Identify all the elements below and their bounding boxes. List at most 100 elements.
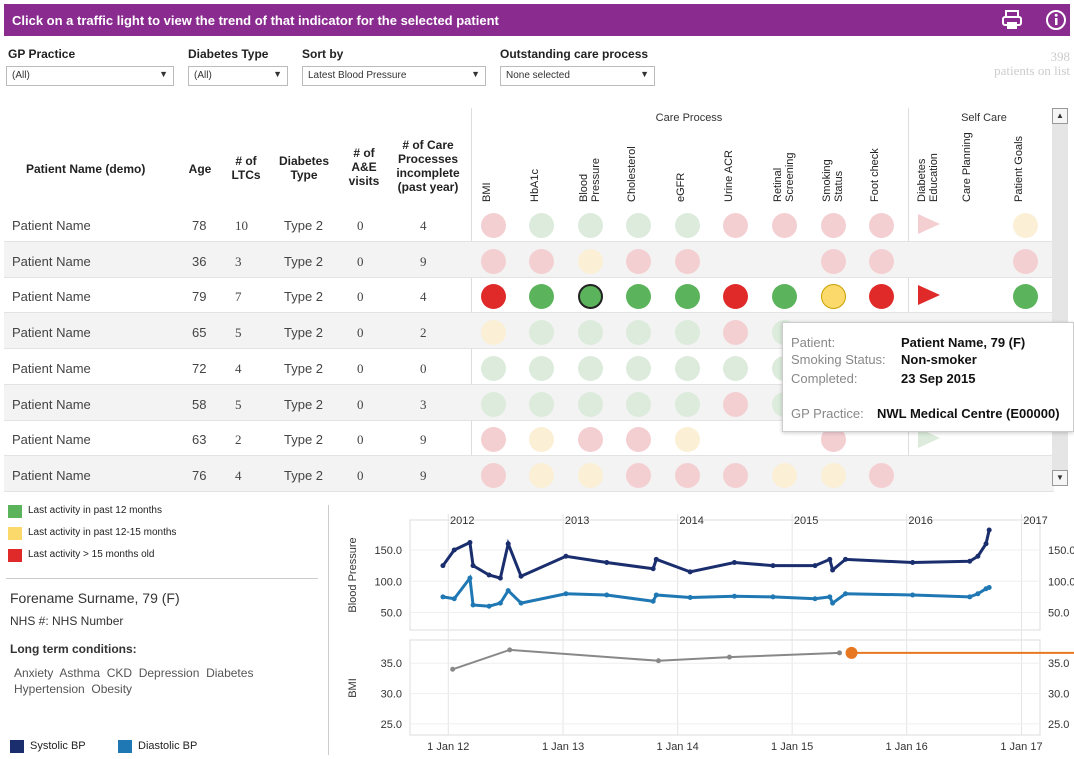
col-header-indicator[interactable]: Blood Pressure	[578, 130, 602, 202]
col-header-age[interactable]: Age	[182, 162, 218, 176]
traffic-light[interactable]	[869, 284, 894, 310]
traffic-light[interactable]	[723, 284, 748, 310]
traffic-light[interactable]	[481, 462, 506, 488]
traffic-light-triangle[interactable]	[918, 285, 940, 306]
tooltip-smoking-value: Non-smoker	[901, 352, 977, 367]
printer-icon[interactable]	[1000, 8, 1024, 32]
col-header-indicator[interactable]: Patient Goals	[1013, 130, 1025, 202]
traffic-light[interactable]	[1013, 248, 1038, 274]
traffic-light[interactable]	[481, 284, 506, 310]
traffic-light[interactable]	[578, 248, 603, 274]
traffic-light[interactable]	[529, 355, 554, 381]
traffic-light[interactable]	[578, 462, 603, 488]
sort-by-select[interactable]: Latest Blood Pressure ▼	[302, 66, 486, 86]
outstanding-care-select[interactable]: None selected ▼	[500, 66, 655, 86]
systolic-point	[497, 575, 503, 581]
traffic-light[interactable]	[675, 391, 700, 417]
col-header-indicator[interactable]: Urine ACR	[723, 130, 735, 202]
traffic-light-triangle[interactable]	[918, 214, 940, 234]
traffic-light[interactable]	[626, 355, 651, 381]
traffic-light[interactable]	[675, 427, 700, 453]
traffic-light[interactable]	[772, 284, 797, 310]
traffic-light[interactable]	[772, 462, 797, 488]
col-header-name[interactable]: Patient Name (demo)	[8, 162, 178, 176]
traffic-light[interactable]	[821, 462, 846, 488]
traffic-light[interactable]	[578, 213, 603, 238]
traffic-light[interactable]	[626, 320, 651, 346]
table-row[interactable]: Patient Name 76 4 Type 2 0 9	[4, 455, 1054, 492]
col-header-indicator[interactable]: Cholesterol	[626, 130, 638, 202]
traffic-light[interactable]	[481, 320, 506, 346]
traffic-light[interactable]	[675, 248, 700, 274]
traffic-light[interactable]	[675, 355, 700, 381]
traffic-light[interactable]	[869, 248, 894, 274]
traffic-light[interactable]	[821, 284, 846, 310]
table-row[interactable]: Patient Name 78 10 Type 2 0 4	[4, 206, 1054, 242]
traffic-light[interactable]	[821, 213, 846, 238]
traffic-light[interactable]	[529, 248, 554, 274]
year-label: 2016	[908, 515, 932, 527]
traffic-light[interactable]	[675, 462, 700, 488]
traffic-light[interactable]	[578, 284, 603, 310]
traffic-light[interactable]	[481, 213, 506, 238]
y-tick-label: 100.0	[374, 576, 402, 588]
traffic-light[interactable]	[675, 284, 700, 310]
traffic-light[interactable]	[626, 213, 651, 238]
diabetes-type-select[interactable]: (All) ▼	[188, 66, 288, 86]
traffic-light[interactable]	[723, 355, 748, 381]
traffic-light[interactable]	[529, 427, 554, 453]
traffic-light[interactable]	[626, 391, 651, 417]
traffic-light[interactable]	[723, 391, 748, 417]
traffic-light[interactable]	[481, 427, 506, 453]
diabetes-type-value: (All)	[194, 70, 212, 81]
traffic-light[interactable]	[1013, 213, 1038, 238]
table-row[interactable]: Patient Name 79 7 Type 2 0 4	[4, 277, 1054, 314]
col-header-indicator[interactable]: Care Planning	[961, 130, 973, 202]
traffic-light[interactable]	[481, 248, 506, 274]
traffic-light[interactable]	[869, 462, 894, 488]
col-header-indicator[interactable]: eGFR	[675, 130, 687, 202]
bmi-point	[450, 666, 456, 672]
traffic-light[interactable]	[675, 213, 700, 238]
col-header-incomplete[interactable]: # of Care Processes incomplete (past yea…	[388, 138, 468, 194]
col-header-indicator[interactable]: Smoking Status	[821, 130, 845, 202]
traffic-light[interactable]	[626, 284, 651, 310]
col-header-ae[interactable]: # of A&E visits	[342, 146, 386, 188]
scroll-up-icon[interactable]: ▲	[1052, 108, 1068, 124]
traffic-light[interactable]	[626, 248, 651, 274]
traffic-light[interactable]	[481, 355, 506, 381]
traffic-light[interactable]	[481, 391, 506, 417]
col-header-indicator[interactable]: Diabetes Education	[916, 130, 940, 202]
traffic-light[interactable]	[578, 391, 603, 417]
traffic-light[interactable]	[626, 427, 651, 453]
traffic-light[interactable]	[578, 427, 603, 453]
traffic-light[interactable]	[529, 213, 554, 238]
traffic-light[interactable]	[529, 284, 554, 310]
traffic-light[interactable]	[578, 320, 603, 346]
traffic-light[interactable]	[723, 462, 748, 488]
col-header-indicator[interactable]: Foot check	[869, 130, 881, 202]
traffic-light[interactable]	[578, 355, 603, 381]
traffic-light[interactable]	[675, 320, 700, 346]
traffic-light[interactable]	[869, 213, 894, 238]
traffic-light[interactable]	[529, 462, 554, 488]
scroll-down-icon[interactable]: ▼	[1052, 470, 1068, 486]
traffic-light[interactable]	[723, 213, 748, 238]
col-header-diabetes-type[interactable]: Diabetes Type	[272, 154, 336, 182]
col-header-indicator[interactable]: HbA1c	[529, 130, 541, 202]
traffic-light[interactable]	[529, 391, 554, 417]
gp-practice-select[interactable]: (All) ▼	[6, 66, 174, 86]
traffic-light[interactable]	[723, 320, 748, 346]
traffic-light[interactable]	[529, 320, 554, 346]
info-icon[interactable]	[1044, 8, 1068, 32]
traffic-light[interactable]	[772, 213, 797, 238]
traffic-light[interactable]	[1013, 284, 1038, 310]
col-header-ltcs[interactable]: # of LTCs	[226, 154, 266, 182]
col-header-indicator[interactable]: BMI	[481, 130, 493, 202]
traffic-light[interactable]	[626, 462, 651, 488]
tooltip-gp-label: GP Practice:	[791, 406, 864, 421]
cell-ltcs: 2	[235, 432, 242, 448]
col-header-indicator[interactable]: Retinal Screening	[772, 130, 796, 202]
traffic-light[interactable]	[821, 248, 846, 274]
table-row[interactable]: Patient Name 36 3 Type 2 0 9	[4, 241, 1054, 278]
